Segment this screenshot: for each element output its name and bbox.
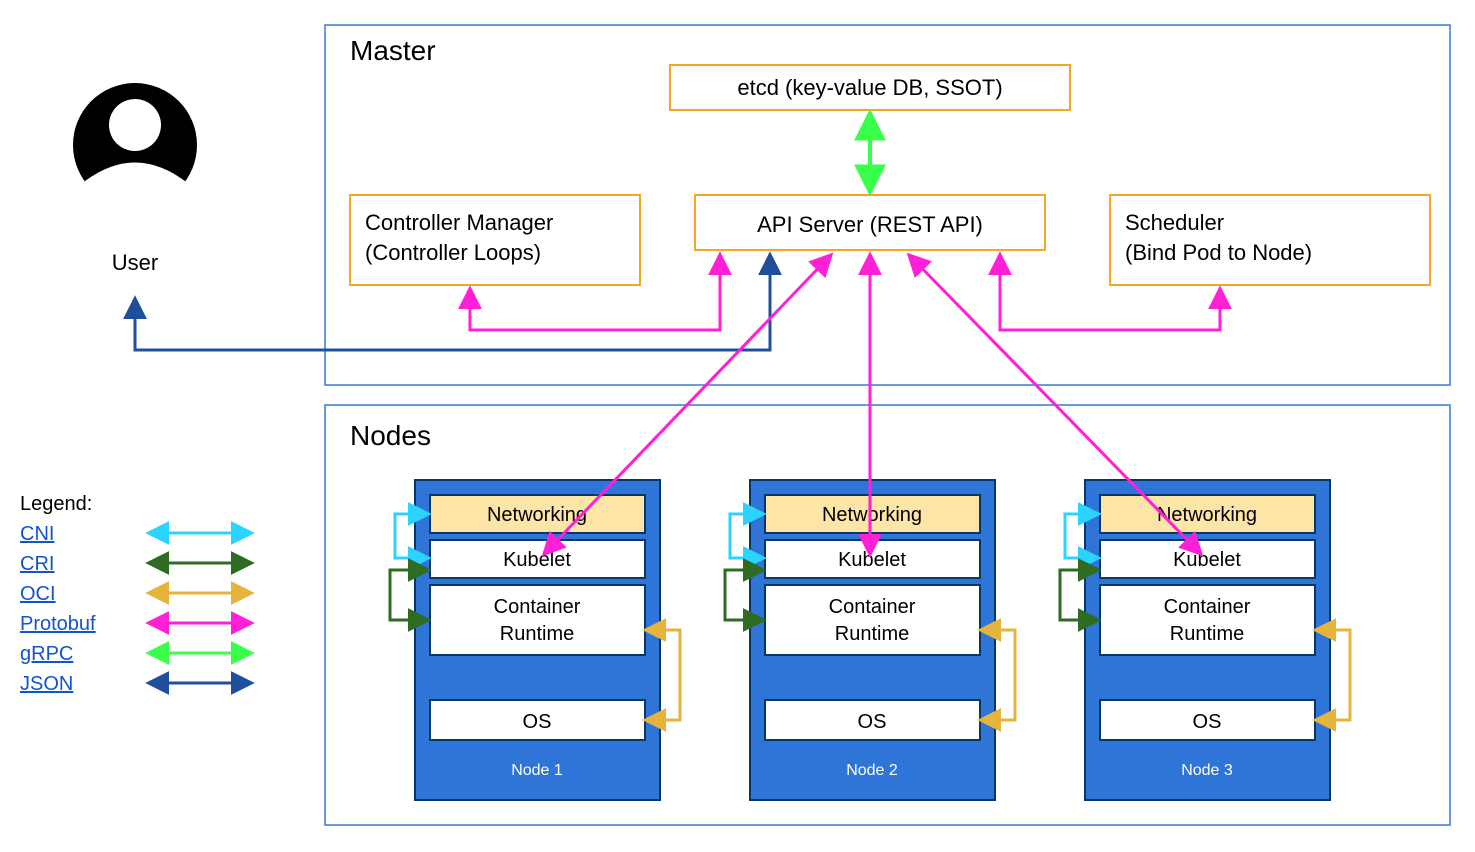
master-title: Master (350, 35, 436, 66)
apiserver-label: API Server (REST API) (757, 212, 983, 237)
controller-label-2: (Controller Loops) (365, 240, 541, 265)
legend-row-protobuf: Protobuf (20, 613, 250, 635)
legend-row-grpc: gRPC (20, 643, 250, 665)
node-1-footer: Node 1 (511, 762, 563, 779)
legend-row-oci: OCI (20, 583, 250, 605)
legend-row-cni: CNI (20, 523, 250, 545)
node-3: Networking Kubelet Container Runtime OS … (1060, 480, 1350, 800)
legend-link-cni[interactable]: CNI (20, 523, 54, 545)
legend-row-json: JSON (20, 673, 250, 695)
legend-title: Legend: (20, 493, 92, 515)
legend-link-grpc[interactable]: gRPC (20, 643, 73, 665)
node-2-runtime-2: Runtime (835, 623, 909, 645)
node-3-runtime-1: Container (1164, 596, 1251, 618)
controller-label-1: Controller Manager (365, 210, 553, 235)
node-2-runtime-1: Container (829, 596, 916, 618)
node-1-kubelet: Kubelet (503, 549, 571, 571)
legend-link-oci[interactable]: OCI (20, 583, 56, 605)
nodes-title: Nodes (350, 420, 431, 451)
node-2-footer: Node 2 (846, 762, 898, 779)
node-1: Networking Kubelet Container Runtime OS … (390, 480, 680, 800)
scheduler-label-1: Scheduler (1125, 210, 1224, 235)
legend-link-protobuf[interactable]: Protobuf (20, 613, 96, 635)
node-3-runtime-2: Runtime (1170, 623, 1244, 645)
legend-row-cri: CRI (20, 553, 250, 575)
legend-link-json[interactable]: JSON (20, 673, 73, 695)
node-1-runtime-2: Runtime (500, 623, 574, 645)
diagram-canvas: User Master etcd (key-value DB, SSOT) Co… (0, 0, 1475, 852)
node-3-footer: Node 3 (1181, 762, 1233, 779)
node-2-kubelet: Kubelet (838, 549, 906, 571)
legend: Legend: CNI CRI OCI Protobuf gRPC JSON (20, 493, 250, 695)
node-3-kubelet: Kubelet (1173, 549, 1241, 571)
node-1-os: OS (523, 711, 552, 733)
scheduler-label-2: (Bind Pod to Node) (1125, 240, 1312, 265)
node-2-os: OS (858, 711, 887, 733)
node-3-os: OS (1193, 711, 1222, 733)
user-label: User (112, 250, 158, 275)
node-1-runtime-1: Container (494, 596, 581, 618)
etcd-label: etcd (key-value DB, SSOT) (737, 75, 1002, 100)
node-2-networking: Networking (822, 504, 922, 526)
legend-link-cri[interactable]: CRI (20, 553, 54, 575)
user-icon (60, 83, 210, 260)
